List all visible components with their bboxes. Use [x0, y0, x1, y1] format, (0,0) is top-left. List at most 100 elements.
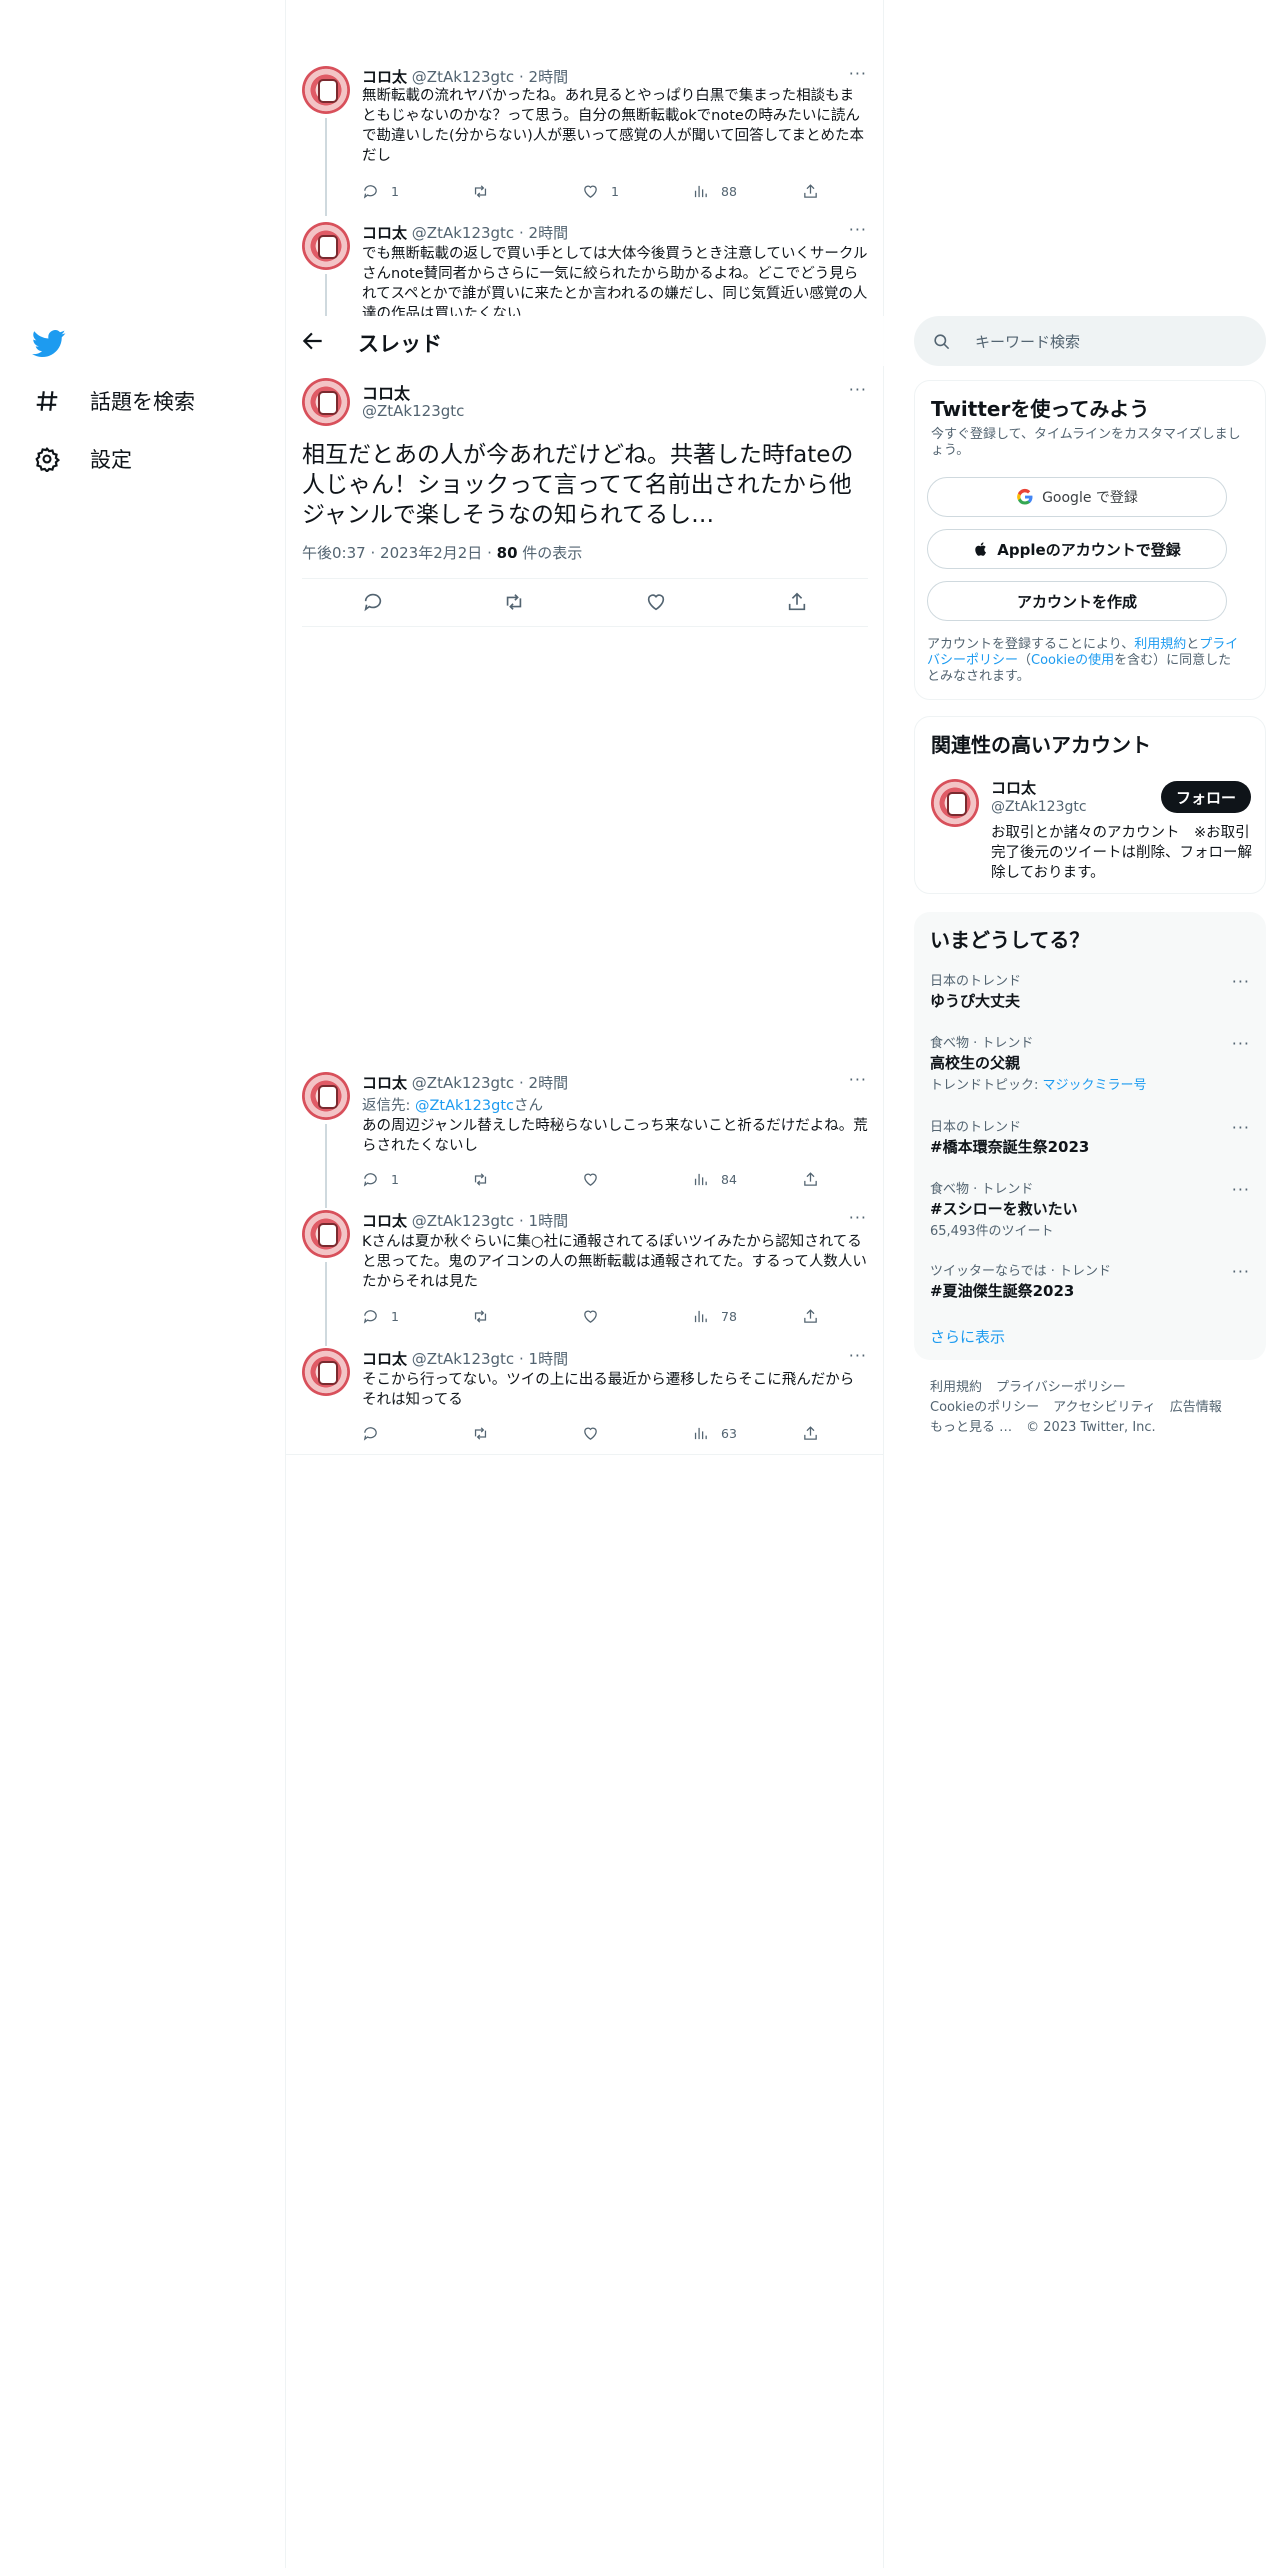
separator-dot: · [487, 544, 492, 562]
reply-button[interactable] [362, 1422, 467, 1444]
footer-more-link[interactable]: もっと見る … [930, 1420, 1012, 1435]
terms-link[interactable]: 利用規約 [1134, 637, 1186, 652]
share-icon[interactable] [786, 591, 808, 613]
footer-terms-link[interactable]: 利用規約 [930, 1380, 982, 1395]
author-handle[interactable]: @ZtAk123gtc [412, 224, 514, 242]
focal-tweet-text: 相互だとあの人が今あれだけどね。共著した時fateの人じゃん！ショックって言って… [302, 442, 854, 528]
cookie-link[interactable]: Cookieの使用 [1031, 653, 1114, 668]
avatar[interactable] [302, 222, 350, 270]
tweet-time[interactable]: 1時間 [529, 1212, 569, 1230]
retweet-icon[interactable] [503, 591, 525, 613]
author-handle[interactable]: @ZtAk123gtc [412, 1212, 514, 1230]
thread-connector [325, 118, 327, 216]
author-name[interactable]: コロ太 [362, 224, 407, 242]
twitter-bird-icon[interactable] [32, 326, 66, 360]
trend-topic-link[interactable]: マジックミラー号 [1043, 1078, 1147, 1093]
tweet-text: でも無断転載の返しで買い手としては大体今後買うとき注意していくサークルさんnot… [362, 246, 868, 316]
reply-button[interactable]: 1 [362, 1305, 467, 1327]
tweet-text: Kさんは夏か秋ぐらいに集○社に通報されてるぽいツイみたから認知されてると思ってた… [362, 1234, 867, 1290]
footer-privacy-link[interactable]: プライバシーポリシー [996, 1380, 1126, 1395]
retweet-button[interactable] [472, 180, 577, 202]
account-name[interactable]: コロ太 [991, 777, 1036, 798]
retweet-button[interactable] [472, 1422, 577, 1444]
retweet-button[interactable] [472, 1168, 577, 1190]
trend-category: ツイッターならでは · トレンド [930, 1264, 1112, 1279]
author-handle[interactable]: @ZtAk123gtc [412, 68, 514, 86]
apple-icon [975, 542, 987, 556]
author-name[interactable]: コロ太 [362, 380, 410, 404]
author-name[interactable]: コロ太 [362, 1074, 407, 1092]
views-button[interactable]: 88 [692, 180, 797, 202]
share-button[interactable] [802, 1168, 822, 1190]
more-icon[interactable]: ··· [849, 1346, 867, 1365]
more-icon[interactable]: ··· [1232, 1118, 1250, 1137]
more-icon[interactable]: ··· [849, 64, 867, 83]
tweet-time[interactable]: 午後0:37 [302, 544, 366, 562]
author-name[interactable]: コロ太 [362, 68, 407, 86]
nav-settings[interactable]: 設定 [34, 444, 132, 474]
tweet-time[interactable]: 1時間 [529, 1350, 569, 1368]
mention-link[interactable]: @ZtAk123gtc [415, 1098, 514, 1114]
reply-button[interactable]: 1 [362, 180, 467, 202]
like-button[interactable] [582, 1422, 687, 1444]
author-handle[interactable]: @ZtAk123gtc [412, 1350, 514, 1368]
like-button[interactable] [582, 1305, 687, 1327]
more-icon[interactable]: ··· [1232, 1262, 1250, 1281]
show-more-link[interactable]: さらに表示 [930, 1326, 1005, 1347]
share-button[interactable] [802, 180, 822, 202]
back-arrow-icon[interactable] [300, 328, 326, 354]
author-name[interactable]: コロ太 [362, 1350, 407, 1368]
avatar[interactable] [302, 1348, 350, 1396]
author-handle[interactable]: @ZtAk123gtc [362, 402, 464, 420]
apple-signup-button[interactable]: Appleのアカウントで登録 [927, 529, 1227, 569]
retweet-icon [474, 1426, 487, 1440]
reply-icon[interactable] [362, 591, 384, 613]
more-icon[interactable]: ··· [849, 220, 867, 239]
avatar[interactable] [302, 1210, 350, 1258]
more-icon[interactable]: ··· [1232, 972, 1250, 991]
create-account-button[interactable]: アカウントを作成 [927, 581, 1227, 621]
tweet-date[interactable]: 2023年2月2日 [380, 544, 482, 562]
divider [302, 578, 868, 579]
author-handle[interactable]: @ZtAk123gtc [412, 1074, 514, 1092]
views-button[interactable]: 84 [692, 1168, 797, 1190]
views-button[interactable]: 78 [692, 1305, 797, 1327]
footer-ads-link[interactable]: 広告情報 [1170, 1400, 1222, 1415]
retweet-icon [474, 1172, 487, 1186]
legal-text: アカウントを登録することにより、 [927, 637, 1135, 652]
retweet-button[interactable] [472, 1305, 577, 1327]
avatar[interactable] [931, 779, 979, 827]
tweet-header: コロ太 @ZtAk123gtc · 1時間 [362, 1348, 568, 1369]
more-icon[interactable]: ··· [849, 380, 867, 399]
more-icon[interactable]: ··· [849, 1070, 867, 1089]
footer-cookie-link[interactable]: Cookieのポリシー [930, 1400, 1039, 1415]
share-button[interactable] [802, 1422, 822, 1444]
author-name[interactable]: コロ太 [362, 1212, 407, 1230]
footer-accessibility-link[interactable]: アクセシビリティ [1053, 1400, 1156, 1415]
avatar[interactable] [302, 378, 350, 426]
account-handle[interactable]: @ZtAk123gtc [991, 799, 1087, 815]
separator-dot: · [518, 68, 524, 86]
tweet-time[interactable]: 2時間 [529, 1074, 569, 1092]
avatar[interactable] [302, 1072, 350, 1120]
google-signup-button[interactable]: Google で登録 [927, 477, 1227, 517]
like-button[interactable] [582, 1168, 687, 1190]
reply-button[interactable]: 1 [362, 1168, 467, 1190]
tweet-time[interactable]: 2時間 [529, 68, 569, 86]
tweet-time[interactable]: 2時間 [529, 224, 569, 242]
search-input[interactable]: キーワード検索 [914, 316, 1266, 366]
heart-icon [584, 1427, 597, 1440]
avatar[interactable] [302, 66, 350, 114]
like-button[interactable]: 1 [582, 180, 687, 202]
heart-icon[interactable] [645, 591, 667, 613]
follow-button[interactable]: フォロー [1161, 781, 1251, 813]
more-icon[interactable]: ··· [1232, 1180, 1250, 1199]
more-icon[interactable]: ··· [1232, 1034, 1250, 1053]
tweet-text: 無断転載の流れヤバかったね。あれ見るとやっぱり白黒で集まった相談もまともじゃない… [362, 88, 864, 164]
separator-dot: · [518, 1350, 524, 1368]
nav-explore[interactable]: 話題を検索 [34, 386, 195, 416]
separator-dot: · [518, 1212, 524, 1230]
share-button[interactable] [802, 1305, 822, 1327]
views-button[interactable]: 63 [692, 1422, 797, 1444]
more-icon[interactable]: ··· [849, 1208, 867, 1227]
